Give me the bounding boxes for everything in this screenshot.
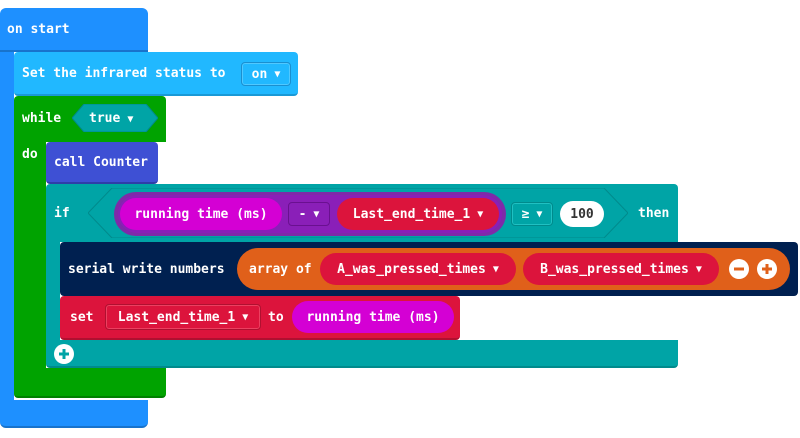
dropdown-caret-icon: ▼	[127, 114, 134, 125]
if-spine	[46, 242, 60, 342]
while-spine	[14, 142, 46, 372]
array-item-b[interactable]: B_was_pressed_times ▼	[523, 253, 719, 285]
running-time-reporter[interactable]: running time (ms)	[120, 198, 282, 230]
array-item-a[interactable]: A_was_pressed_times ▼	[320, 253, 516, 285]
dropdown-caret-icon: ▼	[242, 311, 249, 323]
call-counter-label: call Counter	[54, 155, 148, 170]
while-condition-value: true ▼	[89, 111, 134, 126]
on-start-foot	[0, 400, 148, 428]
on-start-label: on start	[7, 22, 70, 37]
set-label: set	[70, 310, 94, 325]
infrared-status-value: on	[251, 66, 268, 82]
dropdown-caret-icon: ▼	[492, 263, 499, 275]
then-label: then	[638, 206, 670, 221]
serial-write-numbers-label: serial write numbers	[68, 262, 225, 277]
add-else-icon[interactable]	[54, 344, 74, 364]
if-label: if	[54, 206, 70, 221]
dropdown-caret-icon: ▼	[313, 208, 320, 220]
dropdown-caret-icon: ▼	[477, 208, 484, 220]
if-foot	[46, 340, 678, 368]
infrared-status-dropdown[interactable]: on ▼	[241, 62, 291, 86]
set-variable-dropdown[interactable]: Last_end_time_1 ▼	[105, 304, 261, 330]
to-label: to	[268, 310, 284, 325]
dropdown-caret-icon: ▼	[274, 68, 281, 80]
infrared-label: Set the infrared status to	[22, 66, 226, 81]
threshold-number[interactable]: 100	[560, 201, 604, 227]
do-label: do	[22, 147, 38, 162]
while-foot	[14, 368, 166, 398]
set-value-running-time[interactable]: running time (ms)	[292, 301, 454, 333]
while-label: while	[22, 111, 62, 126]
comparator-dropdown[interactable]: ≥ ▼	[511, 202, 553, 226]
dropdown-caret-icon: ▼	[536, 208, 543, 220]
operator-dropdown[interactable]: - ▼	[288, 202, 330, 226]
on-start-spine	[0, 52, 14, 402]
add-item-icon[interactable]	[757, 259, 777, 279]
remove-item-icon[interactable]	[729, 259, 749, 279]
last-end-time-variable[interactable]: Last_end_time_1 ▼	[337, 198, 499, 230]
dropdown-caret-icon: ▼	[695, 263, 702, 275]
array-of-label: array of	[249, 262, 312, 277]
